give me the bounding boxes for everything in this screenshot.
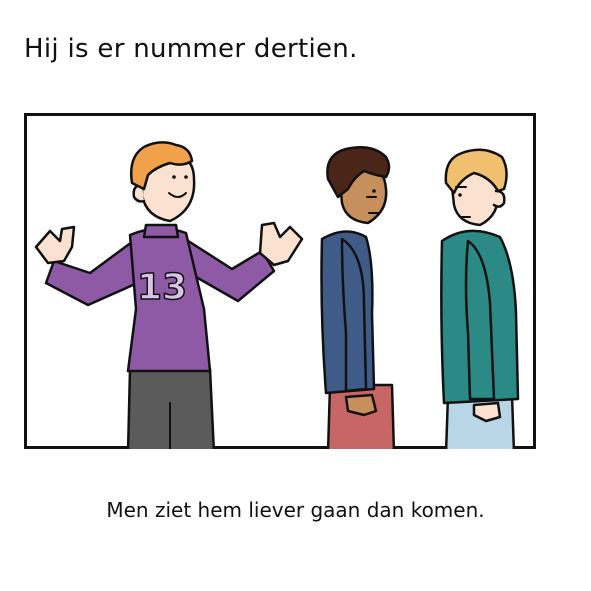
title: Hij is er nummer dertien.: [24, 34, 358, 64]
caption: Men ziet hem liever gaan dan komen.: [106, 498, 485, 522]
jersey-number: 13: [137, 267, 187, 308]
fist-middle: [344, 393, 378, 417]
fist-right: [472, 401, 502, 423]
illustration-panel: 13: [24, 113, 536, 449]
